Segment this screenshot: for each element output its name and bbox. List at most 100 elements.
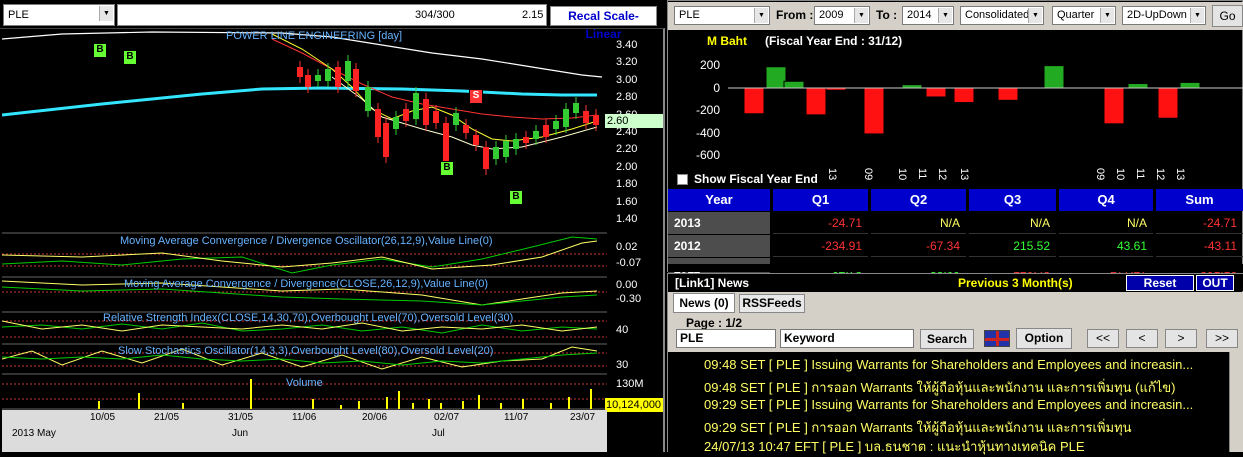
table-cell: N/A bbox=[969, 212, 1056, 234]
option-button[interactable]: Option bbox=[1016, 328, 1072, 349]
table-header: Q2 bbox=[871, 189, 966, 211]
volume-bar bbox=[386, 397, 388, 409]
current-price-tag: 2.60 bbox=[605, 114, 663, 128]
symbol-combo[interactable]: PLE ▼ bbox=[674, 6, 770, 25]
search-button[interactable]: Search bbox=[920, 329, 974, 349]
candle-body bbox=[335, 67, 341, 87]
table-header: Q3 bbox=[969, 189, 1056, 211]
fundamental-y-tick: 0 bbox=[713, 80, 720, 95]
table-cell: 215.52 bbox=[969, 235, 1056, 257]
go-button[interactable]: Go bbox=[1212, 5, 1243, 27]
news-item[interactable]: 09:48 SET [ PLE ] การออก Warrants ให้ผู้… bbox=[704, 377, 1175, 398]
from-year-select[interactable]: 2009 ▼ bbox=[814, 6, 870, 25]
date-tick: 02/07 bbox=[434, 412, 460, 423]
last-page-button[interactable]: >> bbox=[1206, 329, 1238, 348]
indicator-tick: 0.00 bbox=[616, 279, 638, 291]
fundamental-bar bbox=[863, 87, 885, 135]
volume-bar bbox=[522, 399, 524, 409]
candle-body bbox=[573, 103, 579, 113]
fundamental-x-tick: 12 bbox=[1154, 168, 1166, 181]
fundamental-bar bbox=[1103, 87, 1125, 125]
out-button[interactable]: OUT bbox=[1196, 275, 1234, 291]
candle-body bbox=[523, 137, 529, 143]
chart-title: POWER LINE ENGINEERING [day] bbox=[226, 30, 403, 42]
volume-value-tag: 10,124,000 bbox=[605, 398, 663, 412]
candle-body bbox=[513, 139, 519, 149]
candle-body bbox=[583, 111, 589, 123]
tab-news[interactable]: News (0) bbox=[673, 293, 735, 313]
candle-body bbox=[533, 131, 539, 139]
rsi-label: Relative Strength Index(CLOSE,14,30,70),… bbox=[103, 312, 514, 324]
chevron-down-icon: ▼ bbox=[1028, 8, 1042, 23]
indicator-tick: 30 bbox=[616, 359, 629, 371]
volume-bar bbox=[98, 401, 100, 409]
volume-label: Volume bbox=[286, 377, 323, 389]
keyword-input[interactable]: Keyword bbox=[780, 329, 914, 348]
volume-bar bbox=[550, 403, 552, 409]
volume-bar bbox=[412, 403, 414, 409]
counter-text: 304/300 bbox=[415, 9, 455, 21]
fundamental-y-tick: 200 bbox=[699, 58, 720, 72]
price-tick: 2.80 bbox=[616, 91, 638, 104]
volume-bar bbox=[182, 403, 184, 409]
volume-bar bbox=[138, 393, 140, 409]
table-year: 2012 bbox=[668, 235, 770, 257]
to-year-select[interactable]: 2014 ▼ bbox=[902, 6, 954, 25]
news-item[interactable]: 24/07/13 10:47 EFT [ PLE ] บล.ธนชาต : แน… bbox=[704, 436, 1085, 457]
chevron-down-icon: ▼ bbox=[1100, 8, 1114, 23]
recal-scale-button[interactable]: Recal Scale-Linear bbox=[550, 6, 657, 41]
period-select[interactable]: Quarter ▼ bbox=[1052, 6, 1116, 25]
price-tick: 3.40 bbox=[616, 39, 638, 51]
buy-marker[interactable]: B bbox=[509, 190, 523, 205]
indicator-tick: -0.30 bbox=[616, 293, 642, 305]
left-symbol-select[interactable]: PLE ▼ bbox=[3, 4, 115, 26]
candle-body bbox=[413, 93, 419, 119]
volume-bar bbox=[358, 401, 360, 409]
news-item[interactable]: 09:29 SET [ PLE ] Issuing Warrants for S… bbox=[704, 397, 1193, 412]
fundamental-x-tick: 11 bbox=[1134, 168, 1146, 180]
news-symbol-input[interactable]: PLE bbox=[676, 329, 776, 348]
candle-body bbox=[463, 125, 469, 133]
prev-page-button[interactable]: < bbox=[1126, 329, 1158, 348]
candle-body bbox=[563, 109, 569, 127]
stoch-label: Slow Stochastics Oscillator(14,3,3),Over… bbox=[118, 345, 494, 357]
sell-marker[interactable]: S bbox=[469, 89, 483, 104]
table-cell: 43.61 bbox=[1059, 235, 1153, 257]
fundamental-y-axis: 200 0 -200 -400 -600 bbox=[668, 50, 728, 170]
news-header: [Link1] News bbox=[675, 276, 750, 290]
show-fiscal-checkbox[interactable] bbox=[677, 174, 688, 185]
next-page-button[interactable]: > bbox=[1165, 329, 1197, 348]
date-tick: 21/05 bbox=[154, 412, 180, 423]
buy-marker[interactable]: B bbox=[440, 161, 454, 176]
consolidated-select[interactable]: Consolidated ▼ bbox=[960, 6, 1044, 25]
macd1-label: Moving Average Convergence / Divergence … bbox=[120, 235, 493, 247]
reset-button[interactable]: Reset bbox=[1126, 275, 1194, 291]
fundamental-x-tick: 10 bbox=[896, 168, 908, 181]
buy-marker[interactable]: B bbox=[93, 43, 107, 58]
price-tick: 3.00 bbox=[616, 73, 638, 86]
candle-body bbox=[365, 87, 371, 111]
table-cell: -67.34 bbox=[871, 235, 966, 257]
candle-body bbox=[305, 75, 311, 87]
news-scrollbar[interactable] bbox=[1229, 352, 1243, 452]
candle-body bbox=[423, 99, 429, 125]
table-cell: N/A bbox=[1059, 212, 1153, 234]
table-year: 2013 bbox=[668, 212, 770, 234]
buy-marker[interactable]: B bbox=[123, 50, 137, 65]
news-item[interactable]: 09:48 SET [ PLE ] Issuing Warrants for S… bbox=[704, 357, 1193, 372]
indicator-tick: 40 bbox=[616, 324, 629, 336]
date-tick: 31/05 bbox=[228, 412, 254, 423]
chevron-down-icon: ▼ bbox=[1190, 8, 1204, 23]
price-axis: 3.403.203.002.802.602.402.202.001.801.60… bbox=[608, 29, 664, 409]
mode-select[interactable]: 2D-UpDown ▼ bbox=[1122, 6, 1206, 25]
first-page-button[interactable]: << bbox=[1087, 329, 1119, 348]
fundamental-bar bbox=[783, 80, 805, 89]
indicator-tick: 0.02 bbox=[616, 241, 638, 253]
uk-flag-icon[interactable] bbox=[984, 330, 1010, 347]
table-header: Year bbox=[668, 189, 770, 211]
indicator-tick: -0.07 bbox=[616, 257, 642, 269]
tab-rss[interactable]: RSSFeeds bbox=[739, 294, 805, 313]
fundamental-x-tick: 12 bbox=[936, 168, 948, 181]
candle-body bbox=[325, 69, 331, 81]
news-item[interactable]: 09:29 SET [ PLE ] การออก Warrants ให้ผู้… bbox=[704, 417, 1132, 438]
